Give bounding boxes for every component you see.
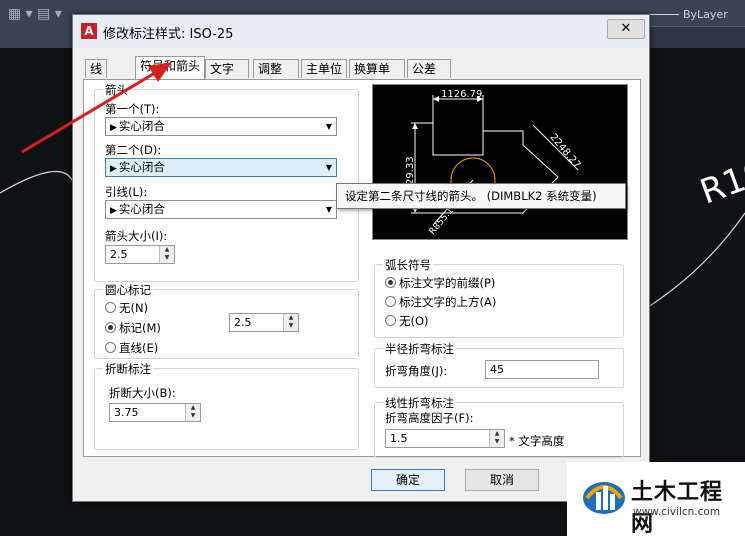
watermark: 土木工程网 www.civilcn.com [567, 462, 745, 536]
watermark-site-name: 土木工程网 [631, 480, 724, 536]
site-logo-icon [583, 482, 625, 514]
annotation-arrow-icon [21, 62, 172, 154]
watermark-url: www.civilcn.com [633, 506, 721, 518]
